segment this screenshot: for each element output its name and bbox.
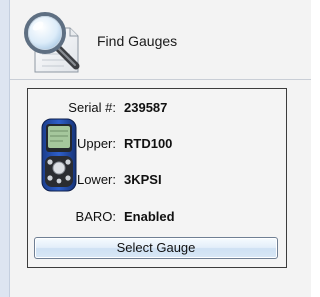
select-gauge-button[interactable]: Select Gauge <box>34 237 278 259</box>
upper-row: Upper: RTD100 <box>28 136 288 152</box>
serial-row: Serial #: 239587 <box>28 100 288 116</box>
left-edge-strip <box>0 0 10 297</box>
gauge-card: Serial #: 239587 Upper: RTD100 Lower: 3K… <box>27 88 287 268</box>
magnifier-document-icon <box>24 12 80 73</box>
lower-row: Lower: 3KPSI <box>28 172 288 188</box>
baro-row: BARO: Enabled <box>28 209 288 225</box>
serial-value: 239587 <box>124 100 168 115</box>
baro-label: BARO: <box>75 209 116 224</box>
lower-value: 3KPSI <box>124 172 162 187</box>
baro-value: Enabled <box>124 209 175 224</box>
upper-label: Upper: <box>76 136 116 151</box>
find-gauges-label: Find Gauges <box>97 33 178 49</box>
lower-label: Lower: <box>76 172 116 187</box>
upper-value: RTD100 <box>124 136 173 151</box>
section-divider <box>10 79 311 80</box>
serial-label: Serial #: <box>68 100 116 115</box>
find-gauges-button[interactable]: Find Gauges <box>18 6 218 76</box>
